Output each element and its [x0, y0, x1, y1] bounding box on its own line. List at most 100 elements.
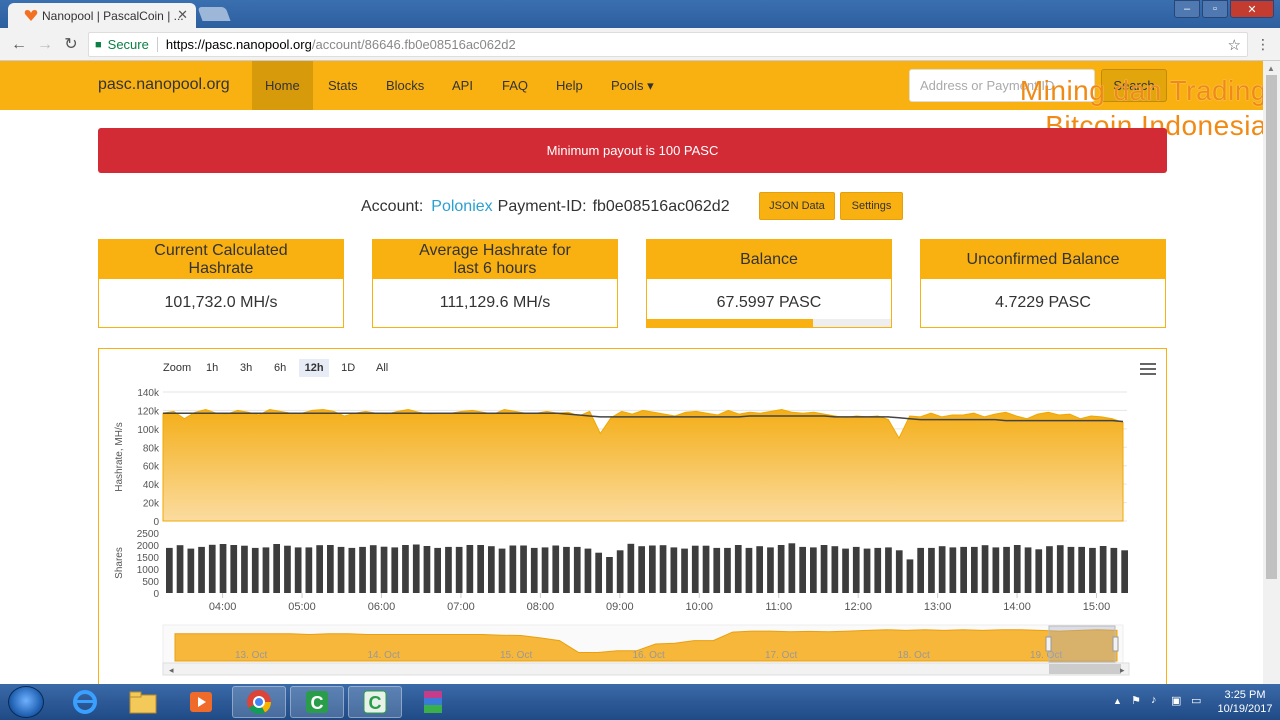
account-name-link[interactable]: Poloniex [431, 198, 492, 216]
card-title: Balance [647, 240, 891, 279]
nav-item-pools[interactable]: Pools ▾ [598, 61, 667, 110]
navigator-x-tick: 15. Oct [500, 650, 532, 661]
bookmark-star-icon[interactable]: ☆ [1228, 36, 1241, 54]
shares-bar [316, 545, 323, 593]
back-arrow-icon[interactable]: ← [10, 36, 28, 54]
flag-icon[interactable]: ⚑ [1131, 694, 1141, 707]
nav-item-blocks[interactable]: Blocks [373, 61, 437, 110]
zoom-button-1h[interactable]: 1h [197, 359, 227, 377]
watermark-line-1: Mining dan Trading [1019, 75, 1267, 106]
account-line: Account: Poloniex Payment-ID: fb0e08516a… [361, 196, 730, 218]
navigator-x-tick: 14. Oct [368, 650, 400, 661]
window-maximize-button[interactable]: ▫ [1202, 0, 1228, 18]
tab-close-icon[interactable]: ✕ [177, 7, 188, 23]
volume-icon[interactable]: ♪ [1151, 694, 1157, 706]
scrollbar-thumb[interactable] [1266, 75, 1277, 579]
nav-item-help[interactable]: Help [543, 61, 596, 110]
zoom-button-12h[interactable]: 12h [299, 359, 330, 377]
card-unconfirmed-balance: Unconfirmed Balance 4.7229 PASC [920, 239, 1166, 328]
navigator-x-tick: 13. Oct [235, 650, 267, 661]
time-x-tick: 06:00 [368, 601, 396, 613]
zoom-button-all[interactable]: All [367, 359, 397, 377]
shares-bar [1110, 547, 1118, 593]
shares-bar [885, 547, 892, 593]
shares-bar [767, 547, 774, 593]
windows-taskbar: C C ▲ ⚑ ♪ ▣ ▭ 3:25 PM 10/19/2017 [0, 684, 1280, 720]
chart-context-menu-icon[interactable] [1140, 363, 1156, 377]
window-close-button[interactable]: ✕ [1230, 0, 1274, 18]
page-scrollbar[interactable]: ▲ [1263, 61, 1280, 684]
time-x-tick: 11:00 [765, 601, 792, 613]
file-explorer-icon[interactable] [116, 686, 170, 718]
browser-tab-active[interactable]: Nanopool | PascalCoin | ... ✕ [8, 3, 196, 28]
browser-menu-icon[interactable]: ⋮ [1256, 36, 1270, 53]
zoom-button-6h[interactable]: 6h [265, 359, 295, 377]
shares-bar [702, 545, 710, 593]
nav-item-stats[interactable]: Stats [315, 61, 371, 110]
nav-item-api[interactable]: API [439, 61, 486, 110]
nanopool-favicon-icon [24, 10, 38, 21]
window-minimize-button[interactable]: – [1174, 0, 1200, 18]
shares-bar [241, 545, 248, 593]
time-x-tick: 04:00 [209, 601, 237, 613]
zoom-button-1d[interactable]: 1D [333, 359, 363, 377]
hashrate-chart[interactable]: 0 20k 40k 60k 80k 100k 120k 140k Hashrate, MH/s 0… [99, 349, 1168, 685]
hashrate-y-tick: 120k [137, 406, 160, 417]
shares-bar [369, 545, 377, 593]
nav-item-home[interactable]: Home [252, 61, 313, 110]
json-data-button[interactable]: JSON Data [759, 192, 835, 220]
camtasia-recorder-icon[interactable]: C [290, 686, 344, 718]
reload-icon[interactable]: ↻ [62, 36, 80, 54]
shares-bar [208, 544, 216, 593]
winrar-icon[interactable] [406, 686, 460, 718]
forward-arrow-icon[interactable]: → [36, 36, 54, 54]
shares-bar [166, 547, 173, 593]
shares-bar [584, 548, 592, 593]
tray-expand-icon[interactable]: ▲ [1113, 696, 1122, 706]
action-center-icon[interactable]: ▭ [1191, 694, 1201, 707]
shares-bar [649, 545, 656, 593]
shares-bar [498, 548, 506, 593]
navigator-scrollbar [162, 662, 1130, 676]
site-brand[interactable]: pasc.nanopool.org [98, 76, 230, 94]
clock[interactable]: 3:25 PM 10/19/2017 [1215, 688, 1275, 716]
new-tab-button[interactable] [197, 7, 231, 21]
shares-y-tick: 1000 [137, 565, 160, 576]
balance-progress-fill [647, 319, 813, 327]
network-icon[interactable]: ▣ [1171, 694, 1181, 707]
svg-text:C: C [369, 693, 382, 713]
time-x-tick: 09:00 [606, 601, 634, 613]
shares-bar [455, 546, 463, 593]
scroll-up-icon[interactable]: ▲ [1267, 64, 1275, 73]
shares-bar [606, 557, 613, 593]
shares-bar [713, 547, 721, 593]
windows-start-button[interactable] [8, 686, 44, 718]
shares-bar [412, 544, 420, 593]
shares-bar [262, 547, 270, 593]
shares-bar [1013, 545, 1021, 593]
time-x-tick: 07:00 [447, 601, 475, 613]
internet-explorer-icon[interactable] [58, 686, 112, 718]
shares-bar [488, 546, 495, 593]
url-host: https://pasc.nanopool.org [165, 37, 312, 52]
shares-bar [305, 547, 313, 593]
shares-bar [477, 545, 484, 593]
shares-bar [434, 547, 441, 593]
url-input[interactable]: ■ Secure https://pasc.nanopool.org/accou… [88, 32, 1248, 57]
card-title: Unconfirmed Balance [921, 240, 1165, 279]
shares-bar [638, 546, 645, 593]
card-balance: Balance 67.5997 PASC [646, 239, 892, 328]
shares-bar [724, 547, 731, 593]
zoom-button-3h[interactable]: 3h [231, 359, 261, 377]
hashrate-y-tick: 60k [143, 462, 160, 473]
nav-item-faq[interactable]: FAQ [489, 61, 541, 110]
camtasia-studio-icon[interactable]: C [348, 686, 402, 718]
shares-bar [348, 547, 356, 593]
shares-y-tick: 2500 [137, 529, 160, 540]
media-player-icon[interactable] [174, 686, 228, 718]
shares-bar [520, 545, 527, 593]
chrome-icon[interactable] [232, 686, 286, 718]
hashrate-y-tick: 80k [143, 443, 160, 454]
settings-button[interactable]: Settings [840, 192, 903, 220]
shares-bar [530, 547, 538, 593]
